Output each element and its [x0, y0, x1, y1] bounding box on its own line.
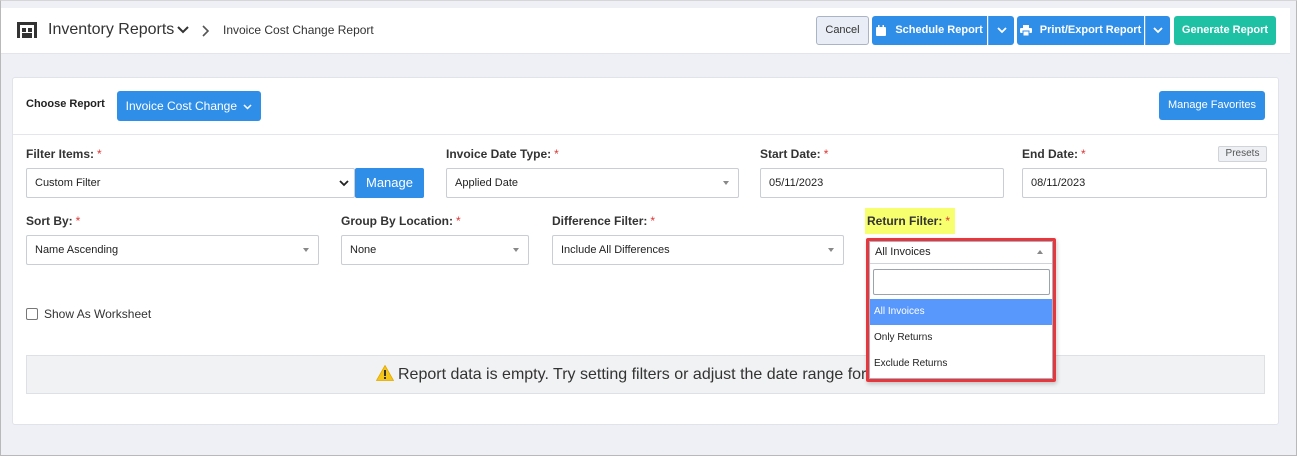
- manage-filter-button[interactable]: Manage: [355, 168, 424, 198]
- sort-by-label: Sort By: *: [26, 214, 81, 228]
- caret-down-icon: [513, 248, 519, 252]
- return-filter-dropdown[interactable]: All Invoices All Invoices Only Returns E…: [869, 241, 1053, 379]
- cancel-button[interactable]: Cancel: [816, 16, 869, 45]
- invoice-date-type-select[interactable]: Applied Date: [446, 168, 739, 198]
- schedule-report-label: Schedule Report: [895, 24, 983, 36]
- warning-icon: [375, 364, 395, 381]
- return-filter-option-exclude-returns[interactable]: Exclude Returns: [870, 351, 1052, 377]
- return-filter-option-only-returns[interactable]: Only Returns: [870, 325, 1052, 351]
- filter-items-label: Filter Items: *: [26, 147, 102, 161]
- show-as-worksheet-label[interactable]: Show As Worksheet: [44, 307, 151, 321]
- difference-filter-value: Include All Differences: [561, 244, 670, 256]
- presets-button[interactable]: Presets: [1218, 146, 1267, 162]
- invoice-date-type-label: Invoice Date Type: *: [446, 147, 559, 161]
- return-filter-select[interactable]: All Invoices: [870, 242, 1052, 264]
- choose-report-button[interactable]: Invoice Cost Change: [117, 91, 261, 121]
- warehouse-icon: [17, 22, 37, 38]
- filter-items-value: Custom Filter: [35, 177, 101, 189]
- divider: [13, 134, 1278, 135]
- sort-by-value: Name Ascending: [35, 244, 119, 256]
- empty-report-message: Report data is empty. Try setting filter…: [375, 364, 877, 384]
- group-by-location-select[interactable]: None: [341, 235, 529, 265]
- group-by-location-value: None: [350, 244, 377, 256]
- caret-down-icon: [303, 248, 309, 252]
- return-filter-search-input[interactable]: [873, 269, 1050, 295]
- chevron-right-icon: [202, 25, 210, 37]
- end-date-value: 08/11/2023: [1031, 177, 1086, 189]
- start-date-input[interactable]: 05/11/2023: [760, 168, 1004, 198]
- start-date-label: Start Date: *: [760, 147, 829, 161]
- end-date-label: End Date: *: [1022, 147, 1086, 161]
- chevron-down-icon: [243, 104, 252, 110]
- return-filter-option-all-invoices[interactable]: All Invoices: [870, 299, 1052, 325]
- filter-items-select[interactable]: Custom Filter: [26, 168, 355, 198]
- sort-by-select[interactable]: Name Ascending: [26, 235, 319, 265]
- caret-down-icon: [828, 248, 834, 252]
- difference-filter-label: Difference Filter: *: [552, 214, 656, 228]
- chevron-down-icon: [1153, 27, 1163, 34]
- calendar-icon: [876, 24, 887, 36]
- chevron-down-icon: [996, 27, 1007, 34]
- schedule-report-dropdown[interactable]: [988, 16, 1014, 45]
- end-date-input[interactable]: 08/11/2023: [1022, 168, 1267, 198]
- return-filter-value: All Invoices: [875, 246, 931, 258]
- print-export-button[interactable]: Print/Export Report: [1017, 16, 1144, 45]
- caret-up-icon: [1037, 250, 1043, 254]
- choose-report-label: Choose Report: [26, 98, 105, 110]
- manage-favorites-button[interactable]: Manage Favorites: [1159, 91, 1265, 120]
- caret-down-icon: [723, 181, 729, 185]
- printer-icon: [1019, 24, 1032, 37]
- chevron-down-icon: [339, 180, 349, 187]
- schedule-report-button[interactable]: Schedule Report: [872, 16, 987, 45]
- generate-report-button[interactable]: Generate Report: [1174, 16, 1276, 45]
- invoice-date-type-value: Applied Date: [455, 177, 518, 189]
- chevron-down-icon[interactable]: [176, 23, 190, 37]
- app-title[interactable]: Inventory Reports: [48, 21, 174, 39]
- empty-report-text: Report data is empty. Try setting filter…: [398, 366, 877, 383]
- return-filter-label: Return Filter: *: [867, 214, 951, 228]
- show-as-worksheet-checkbox[interactable]: [26, 308, 38, 320]
- breadcrumb-current: Invoice Cost Change Report: [223, 23, 374, 37]
- group-by-location-label: Group By Location: *: [341, 214, 461, 228]
- start-date-value: 05/11/2023: [769, 177, 824, 189]
- print-export-dropdown[interactable]: [1145, 16, 1170, 45]
- difference-filter-select[interactable]: Include All Differences: [552, 235, 844, 265]
- selected-report-label: Invoice Cost Change: [125, 99, 238, 113]
- print-export-label: Print/Export Report: [1039, 24, 1142, 36]
